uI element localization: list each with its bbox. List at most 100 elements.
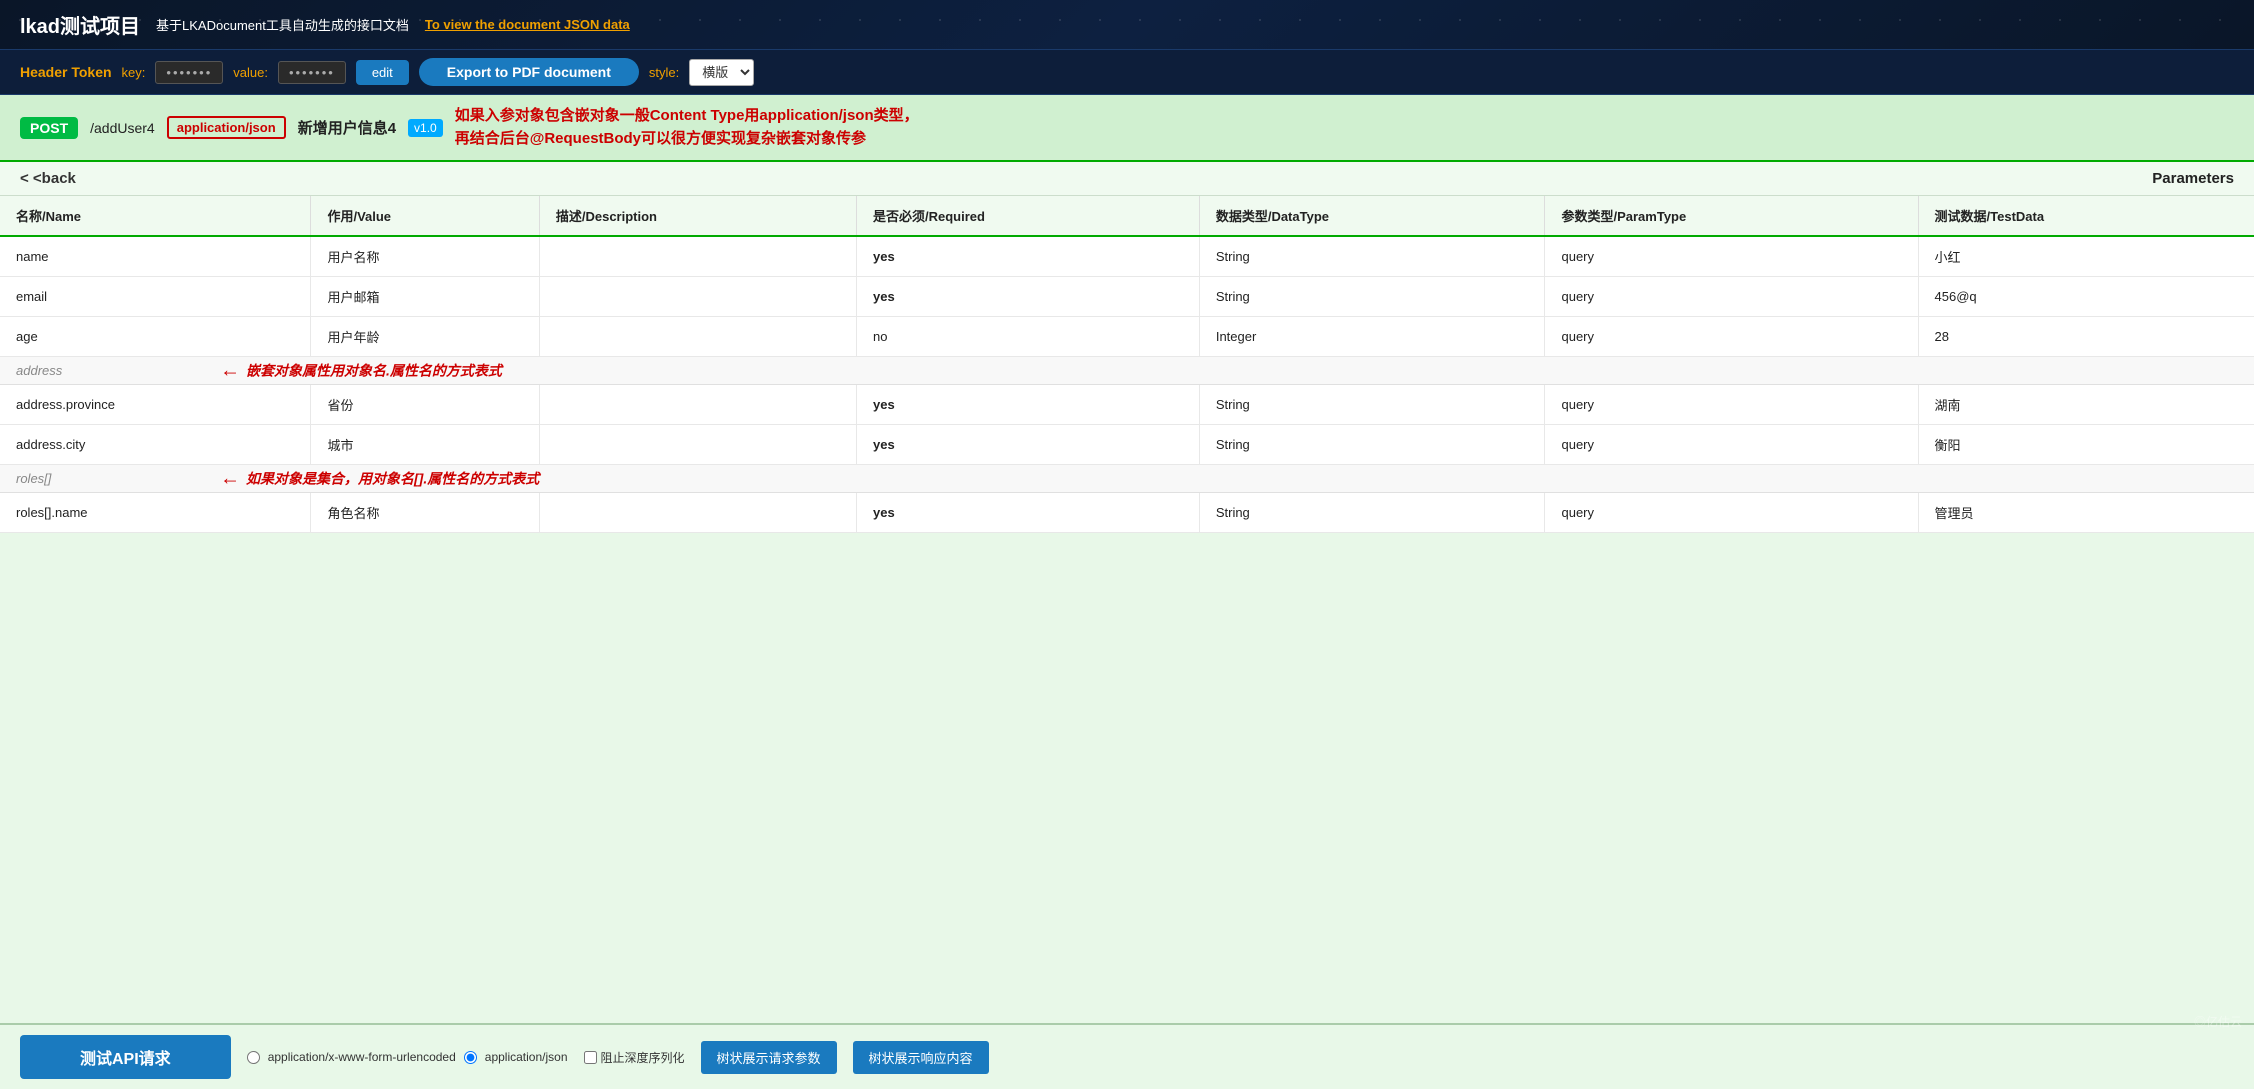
group-row-cell: address←嵌套对象属性用对象名.属性名的方式表式 [0, 357, 2254, 385]
edit-button[interactable]: edit [356, 60, 409, 85]
deep-serialize-checkbox[interactable] [584, 1051, 597, 1064]
col-testdata: 测试数据/TestData [1918, 196, 2254, 236]
api-description: 如果入参对象包含嵌对象一般Content Type用application/js… [455, 105, 2234, 150]
version-badge: v1.0 [408, 119, 443, 137]
table-row: age用户年龄 noIntegerquery28 [0, 317, 2254, 357]
api-desc-line1: 如果入参对象包含嵌对象一般Content Type用application/js… [455, 107, 919, 124]
cell-value: 城市 [311, 425, 539, 465]
cell-required: yes [857, 425, 1200, 465]
cell-value: 用户年龄 [311, 317, 539, 357]
col-description: 描述/Description [539, 196, 856, 236]
tree-request-button[interactable]: 树状展示请求参数 [701, 1041, 837, 1074]
table-row: address.province省份 yesStringquery湖南 [0, 385, 2254, 425]
group-row-cell: roles[]←如果对象是集合，用对象名[].属性名的方式表式 [0, 465, 2254, 493]
cell-testdata: 衡阳 [1918, 425, 2254, 465]
cell-paramtype: query [1545, 425, 1918, 465]
style-select[interactable]: 横版 [689, 59, 754, 86]
toolbar: Header Token key: ••••••• value: •••••••… [0, 50, 2254, 95]
export-button[interactable]: Export to PDF document [419, 58, 639, 86]
cell-description [539, 493, 856, 533]
table-row: address.city城市 yesStringquery衡阳 [0, 425, 2254, 465]
back-nav: < <back Parameters [0, 162, 2254, 196]
cell-required: no [857, 317, 1200, 357]
cell-value: 用户邮箱 [311, 277, 539, 317]
cell-datatype: String [1199, 277, 1545, 317]
table-row: address←嵌套对象属性用对象名.属性名的方式表式 [0, 357, 2254, 385]
cell-paramtype: query [1545, 236, 1918, 277]
cell-description [539, 317, 856, 357]
token-label: Header Token [20, 64, 112, 80]
table-row: name用户名称 yesStringquery小红 [0, 236, 2254, 277]
api-title-bar: POST /addUser4 application/json 新增用户信息4 … [0, 95, 2254, 162]
cell-testdata: 28 [1918, 317, 2254, 357]
cell-required: yes [857, 236, 1200, 277]
radio-urlencoded-label: application/x-www-form-urlencoded [268, 1050, 456, 1064]
cell-paramtype: query [1545, 493, 1918, 533]
cell-name: age [0, 317, 311, 357]
cell-description [539, 425, 856, 465]
cell-testdata: 湖南 [1918, 385, 2254, 425]
group-annotation: ←如果对象是集合，用对象名[].属性名的方式表式 [220, 467, 539, 490]
col-required: 是否必须/Required [857, 196, 1200, 236]
table-header-row: 名称/Name 作用/Value 描述/Description 是否必须/Req… [0, 196, 2254, 236]
col-paramtype: 参数类型/ParamType [1545, 196, 1918, 236]
cell-paramtype: query [1545, 385, 1918, 425]
radio-urlencoded[interactable] [247, 1051, 260, 1064]
cell-testdata: 456@q [1918, 277, 2254, 317]
style-label: style: [649, 65, 679, 80]
cell-value: 角色名称 [311, 493, 539, 533]
cell-name: name [0, 236, 311, 277]
table-row: email用户邮箱 yesStringquery456@q [0, 277, 2254, 317]
api-desc-line2: 再结合后台@RequestBody可以很方便实现复杂嵌套对象传参 [455, 130, 866, 147]
header-title: lkad测试项目 [20, 10, 140, 39]
cell-name: address.city [0, 425, 311, 465]
cell-datatype: String [1199, 385, 1545, 425]
cell-description [539, 277, 856, 317]
cell-required: yes [857, 277, 1200, 317]
cell-name: address.province [0, 385, 311, 425]
deep-serialize-label: 阻止深度序列化 [601, 1049, 685, 1066]
test-api-button[interactable]: 测试API请求 [20, 1035, 231, 1079]
value-label: value: [233, 65, 268, 80]
cell-required: yes [857, 385, 1200, 425]
key-label: key: [122, 65, 146, 80]
params-table: 名称/Name 作用/Value 描述/Description 是否必须/Req… [0, 196, 2254, 533]
back-link[interactable]: < <back [20, 170, 76, 187]
group-annotation: ←嵌套对象属性用对象名.属性名的方式表式 [220, 359, 502, 382]
col-value: 作用/Value [311, 196, 539, 236]
cell-datatype: String [1199, 425, 1545, 465]
cell-required: yes [857, 493, 1200, 533]
cell-datatype: String [1199, 493, 1545, 533]
col-name: 名称/Name [0, 196, 311, 236]
cell-paramtype: query [1545, 317, 1918, 357]
radio-json[interactable] [464, 1051, 477, 1064]
cell-value: 用户名称 [311, 236, 539, 277]
cell-paramtype: query [1545, 277, 1918, 317]
api-path: /addUser4 [90, 120, 155, 136]
col-datatype: 数据类型/DataType [1199, 196, 1545, 236]
json-link[interactable]: To view the document JSON data [425, 17, 630, 32]
cell-datatype: Integer [1199, 317, 1545, 357]
content-type-badge: application/json [167, 116, 286, 139]
table-row: roles[].name角色名称 yesStringquery管理员 [0, 493, 2254, 533]
cell-testdata: 小红 [1918, 236, 2254, 277]
radio-json-label: application/json [485, 1050, 568, 1064]
cell-datatype: String [1199, 236, 1545, 277]
header-subtitle: 基于LKADocument工具自动生成的接口文档 [156, 15, 409, 34]
cell-description [539, 385, 856, 425]
method-badge: POST [20, 117, 78, 139]
cell-testdata: 管理员 [1918, 493, 2254, 533]
header: lkad测试项目 基于LKADocument工具自动生成的接口文档 To vie… [0, 0, 2254, 50]
cell-name: email [0, 277, 311, 317]
footer-bar: 测试API请求 application/x-www-form-urlencode… [0, 1023, 2254, 1089]
tree-response-button[interactable]: 树状展示响应内容 [853, 1041, 989, 1074]
deep-serialize-group: 阻止深度序列化 [584, 1049, 685, 1066]
cell-value: 省份 [311, 385, 539, 425]
main-content: POST /addUser4 application/json 新增用户信息4 … [0, 95, 2254, 1023]
value-value: ••••••• [278, 61, 346, 84]
key-value: ••••••• [155, 61, 223, 84]
cell-name: roles[].name [0, 493, 311, 533]
api-name: 新增用户信息4 [298, 117, 396, 138]
content-type-radio-group: application/x-www-form-urlencoded applic… [247, 1050, 568, 1064]
table-row: roles[]←如果对象是集合，用对象名[].属性名的方式表式 [0, 465, 2254, 493]
